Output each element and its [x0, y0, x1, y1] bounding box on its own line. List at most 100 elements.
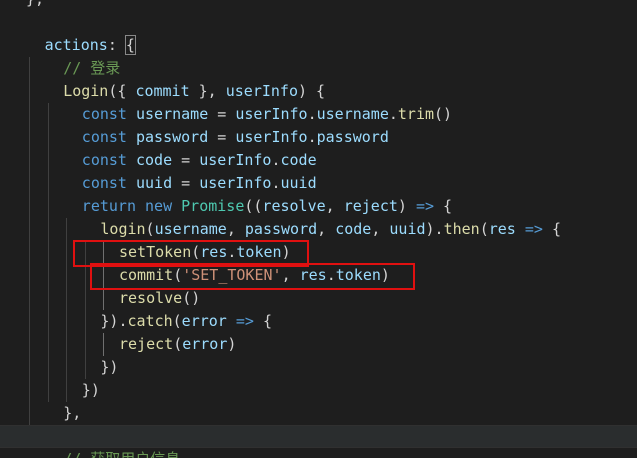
code-token: { [551, 220, 561, 238]
code-token: { [434, 197, 453, 215]
code-token: const [81, 174, 136, 192]
code-token: = [208, 105, 236, 123]
code-line-text: // 获取用户信息 [63, 448, 180, 458]
code-line[interactable]: // 获取用户信息 [0, 448, 637, 458]
code-token: username [154, 220, 227, 238]
code-token: code [335, 220, 372, 238]
code-token: }, [189, 82, 226, 100]
code-token: username [316, 105, 389, 123]
code-line-text: }) [82, 379, 100, 402]
code-token: () [182, 289, 201, 307]
code-line-text: const username = userInfo.username.trim(… [82, 103, 452, 126]
code-line[interactable]: reject(error) [0, 333, 637, 356]
code-token: code [280, 151, 317, 169]
code-token: code [135, 151, 173, 169]
code-line-text: resolve() [119, 287, 200, 310]
code-token: => [226, 312, 263, 330]
code-token: error [182, 335, 228, 353]
code-token: password [244, 220, 318, 238]
code-token: }). [100, 312, 128, 330]
code-line[interactable]: actions: { [0, 34, 637, 57]
code-token: , [371, 220, 390, 238]
code-token: uuid [389, 220, 426, 238]
code-line-text: actions: { [44, 34, 136, 57]
code-token: commit [135, 82, 190, 100]
code-line[interactable]: return new Promise((resolve, reject) => … [0, 195, 637, 218]
code-line-text: }, [26, 0, 44, 11]
code-token: => [415, 197, 435, 215]
code-line[interactable]: }, [0, 402, 637, 425]
code-line[interactable]: const code = userInfo.code [0, 149, 637, 172]
code-token: const [81, 151, 136, 169]
code-line[interactable]: resolve() [0, 287, 637, 310]
code-line[interactable]: const password = userInfo.password [0, 126, 637, 149]
code-token: }, [63, 404, 82, 422]
code-token: Promise [181, 197, 245, 215]
code-line[interactable]: Login({ commit }, userInfo) { [0, 80, 637, 103]
code-line[interactable]: }).catch(error => { [0, 310, 637, 333]
code-token: = [208, 128, 236, 146]
code-token: ) { [298, 82, 326, 100]
code-token: ) [227, 335, 237, 353]
code-token: ) [397, 197, 416, 215]
code-line[interactable]: const username = userInfo.username.trim(… [0, 103, 637, 126]
code-line[interactable]: }, [0, 0, 637, 11]
code-token: resolve [262, 197, 326, 215]
code-token: trim [397, 105, 435, 123]
code-token: login [100, 220, 146, 238]
code-token: { [262, 312, 272, 330]
code-token: { [124, 35, 136, 55]
code-line[interactable]: // 登录 [0, 57, 637, 80]
code-token: resolve [119, 289, 183, 307]
code-line-text: login(username, password, code, uuid).th… [100, 218, 561, 241]
code-line[interactable]: const uuid = userInfo.uuid [0, 172, 637, 195]
code-token: error [181, 312, 227, 330]
code-line-text: return new Promise((resolve, reject) => … [82, 195, 452, 218]
code-token: , [325, 197, 344, 215]
code-token: uuid [280, 174, 317, 192]
code-token: }) [100, 358, 119, 376]
code-line[interactable]: }) [0, 356, 637, 379]
code-line-text: const password = userInfo.password [82, 126, 389, 149]
code-line-text: const code = userInfo.code [82, 149, 317, 172]
code-token: // 获取用户信息 [63, 450, 180, 458]
code-line[interactable] [0, 425, 637, 448]
code-line-text: }).catch(error => { [100, 310, 272, 333]
code-editor[interactable]: },actions: {// 登录Login({ commit }, userI… [0, 0, 637, 458]
code-token: userInfo [199, 151, 272, 169]
code-token: uuid [135, 174, 173, 192]
code-token: userInfo [199, 174, 272, 192]
code-line-text: Login({ commit }, userInfo) { [63, 80, 325, 103]
code-token: reject [119, 335, 174, 353]
code-token: ( [173, 335, 183, 353]
code-token: , [226, 220, 245, 238]
code-token: (( [244, 197, 263, 215]
code-token: new [145, 197, 182, 215]
code-token: Login [63, 82, 109, 100]
code-token: username [135, 105, 209, 123]
code-token: userInfo [235, 105, 308, 123]
code-token: ( [145, 220, 155, 238]
code-token: = [172, 174, 200, 192]
code-token: }) [81, 381, 100, 399]
code-token: password [316, 128, 389, 146]
highlight-box-commit [90, 263, 415, 290]
code-line[interactable]: }) [0, 379, 637, 402]
code-token: password [135, 128, 209, 146]
code-token: = [172, 151, 200, 169]
code-token: ). [425, 220, 444, 238]
code-token: . [307, 105, 317, 123]
code-token: reject [343, 197, 398, 215]
code-token: : [107, 36, 126, 54]
code-line[interactable] [0, 11, 637, 34]
code-token: const [81, 105, 136, 123]
code-token: userInfo [225, 82, 298, 100]
code-token: const [81, 128, 136, 146]
code-token: actions [44, 36, 108, 54]
code-token: . [307, 128, 317, 146]
code-token: , [317, 220, 336, 238]
code-line[interactable]: login(username, password, code, uuid).th… [0, 218, 637, 241]
code-token: ({ [108, 82, 136, 100]
code-token: => [515, 220, 552, 238]
code-line-text: const uuid = userInfo.uuid [82, 172, 317, 195]
